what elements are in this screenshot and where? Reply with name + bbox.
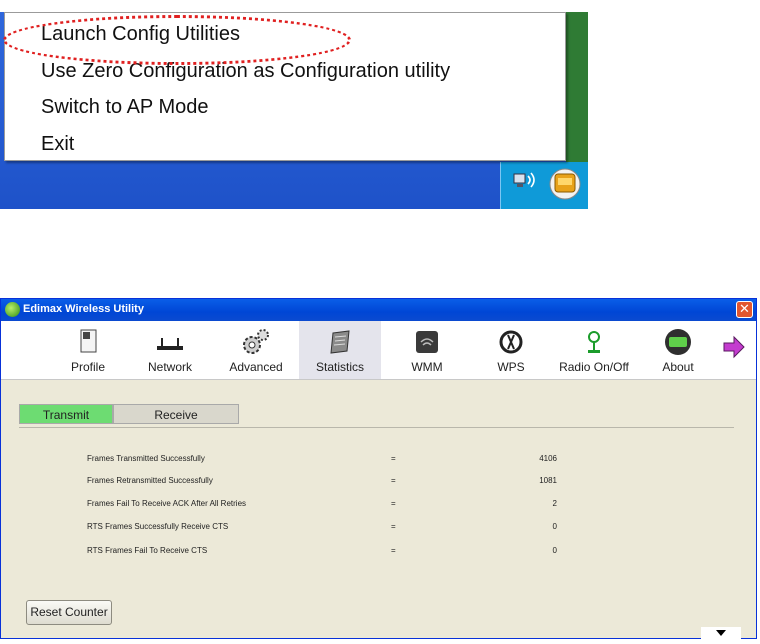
- tab-transmit[interactable]: Transmit: [19, 404, 113, 424]
- stat-value: 2: [552, 499, 557, 508]
- chevron-down-icon: [716, 630, 726, 636]
- stat-row: Frames Transmitted Successfully = 4106: [87, 454, 587, 468]
- stat-equals: =: [391, 454, 396, 463]
- stat-equals: =: [391, 522, 396, 531]
- tool-label: Radio On/Off: [559, 360, 629, 374]
- stat-row: Frames Retransmitted Successfully = 1081: [87, 476, 587, 490]
- tool-label: Statistics: [315, 360, 364, 374]
- menu-item-use-zero-config[interactable]: Use Zero Configuration as Configuration …: [41, 60, 450, 83]
- stat-row: Frames Fail To Receive ACK After All Ret…: [87, 499, 587, 513]
- tray-screenshot: Launch Config Utilities Use Zero Configu…: [0, 12, 588, 209]
- close-button[interactable]: ✕: [736, 301, 753, 318]
- desktop-edge: [566, 12, 588, 162]
- gears-icon: [243, 329, 269, 354]
- profile-icon: [80, 329, 97, 353]
- tool-label: Advanced: [229, 360, 283, 374]
- network-icon: [157, 338, 183, 350]
- stat-label: Frames Retransmitted Successfully: [87, 476, 213, 485]
- toolbar: Profile Network Advanced Statistics WMM …: [1, 321, 756, 380]
- stat-value: 1081: [539, 476, 557, 485]
- tool-radio-onoff[interactable]: Radio On/Off: [549, 321, 639, 379]
- tool-statistics[interactable]: Statistics: [299, 321, 381, 379]
- scroll-down-button[interactable]: [701, 627, 741, 639]
- wireless-utility-tray-icon[interactable]: [548, 164, 582, 202]
- window-title: Edimax Wireless Utility: [23, 303, 144, 315]
- tool-label: About: [662, 360, 694, 374]
- highlight-oval-annotation: [3, 15, 351, 65]
- tool-wmm[interactable]: WMM: [401, 321, 453, 379]
- stat-label: RTS Frames Fail To Receive CTS: [87, 546, 208, 555]
- stat-label: Frames Transmitted Successfully: [87, 454, 205, 463]
- tool-advanced[interactable]: Advanced: [221, 321, 291, 379]
- stat-value: 0: [552, 546, 557, 555]
- stat-row: RTS Frames Successfully Receive CTS = 0: [87, 522, 587, 536]
- tool-wps[interactable]: WPS: [487, 321, 535, 379]
- tool-label: WPS: [497, 360, 525, 374]
- tool-network[interactable]: Network: [139, 321, 201, 379]
- tool-profile[interactable]: Profile: [61, 321, 115, 379]
- tool-about[interactable]: About: [653, 321, 703, 379]
- statistics-icon: [330, 330, 350, 354]
- stat-value: 4106: [539, 454, 557, 463]
- tool-label: WMM: [411, 360, 443, 374]
- wmm-icon: [416, 331, 438, 353]
- tab-receive[interactable]: Receive: [113, 404, 239, 424]
- stat-label: RTS Frames Successfully Receive CTS: [87, 522, 229, 531]
- tab-divider: [19, 427, 734, 428]
- menu-item-exit[interactable]: Exit: [41, 133, 74, 156]
- menu-item-switch-ap-mode[interactable]: Switch to AP Mode: [41, 96, 209, 119]
- stat-value: 0: [552, 522, 557, 531]
- radio-icon: [588, 331, 600, 353]
- stat-equals: =: [391, 476, 396, 485]
- tool-label: Profile: [70, 360, 105, 374]
- tool-label: Network: [147, 360, 192, 374]
- utility-window: Edimax Wireless Utility ✕ Profile Networ…: [0, 298, 757, 639]
- stat-row: RTS Frames Fail To Receive CTS = 0: [87, 546, 587, 560]
- stat-label: Frames Fail To Receive ACK After All Ret…: [87, 499, 247, 508]
- wps-icon: [499, 330, 523, 354]
- reset-counter-button[interactable]: Reset Counter: [26, 600, 112, 625]
- next-arrow-icon[interactable]: [722, 335, 746, 359]
- network-tray-icon[interactable]: [513, 170, 537, 192]
- stat-equals: =: [391, 546, 396, 555]
- about-icon: [665, 329, 691, 355]
- title-bar[interactable]: Edimax Wireless Utility ✕: [1, 299, 756, 321]
- tray-context-menu: Launch Config Utilities Use Zero Configu…: [3, 12, 566, 161]
- app-icon: [5, 302, 20, 317]
- stat-equals: =: [391, 499, 396, 508]
